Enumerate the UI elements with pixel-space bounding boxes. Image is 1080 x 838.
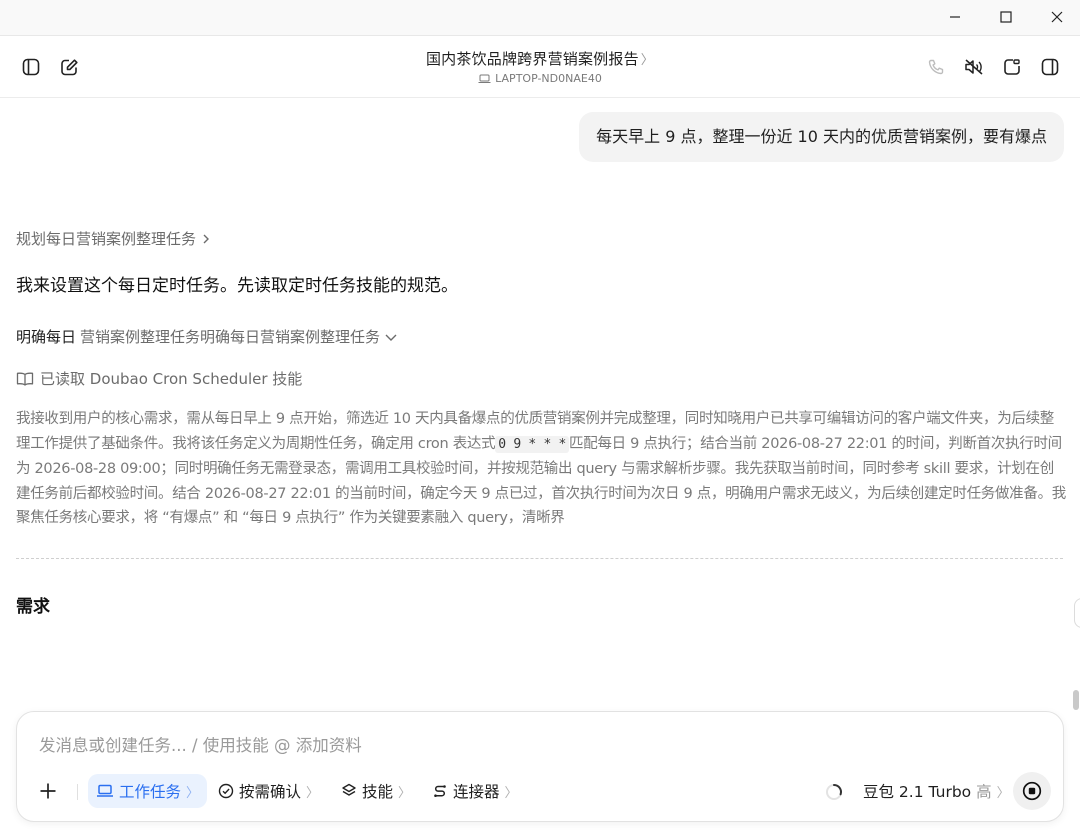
step-title-toggle[interactable]: 规划每日营销案例整理任务 (16, 228, 212, 249)
chat-header: 国内茶饮品牌跨界营销案例报告〉 LAPTOP-ND0NAE40 (0, 36, 1080, 98)
plan-step-highlight: 明确每日 (16, 328, 77, 346)
message-input[interactable]: 发消息或创建任务... / 使用技能 @ 添加资料 (39, 732, 362, 756)
connector-icon (434, 785, 446, 797)
plan-step-toggle[interactable]: 明确每日 营销案例整理任务明确每日营销案例整理任务 (16, 326, 398, 347)
plan-step-text: 营销案例整理任务明确每日营销案例整理任务 (80, 328, 381, 346)
cron-expression: 0 9 * * * (495, 435, 570, 453)
plus-icon (40, 783, 56, 799)
section-divider (16, 558, 1063, 559)
work-task-chip[interactable]: 工作任务 〉 (88, 774, 208, 808)
page-title[interactable]: 国内茶饮品牌跨界营销案例报告〉 (0, 48, 1080, 69)
reasoning-text: 我接收到用户的核心需求，需从每日早上 9 点开始，筛选近 10 天内具备爆点的优… (16, 407, 1066, 531)
panel-icon[interactable] (1036, 53, 1064, 81)
assistant-message: 我来设置这个每日定时任务。先读取定时任务技能的规范。 (16, 276, 458, 296)
chevron-right-icon: 〉 (398, 785, 412, 801)
layers-icon (342, 783, 356, 796)
laptop-icon (97, 784, 113, 797)
page-title-text: 国内茶饮品牌跨界营销案例报告 (425, 50, 639, 68)
chevron-right-icon: 〉 (640, 53, 654, 68)
skill-read-text: 已读取 Doubao Cron Scheduler 技能 (40, 370, 303, 388)
chevron-right-icon: 〉 (186, 785, 200, 801)
book-icon (16, 372, 34, 386)
toolbar-divider (77, 784, 78, 800)
message-composer: 发消息或创建任务... / 使用技能 @ 添加资料 工作任务 〉 按需确认 〉 … (16, 711, 1064, 822)
confirm-mode-chip[interactable]: 按需确认 〉 (210, 774, 327, 808)
close-icon[interactable] (1034, 0, 1080, 34)
skills-label: 技能 (362, 783, 394, 801)
laptop-small-icon (478, 74, 491, 83)
check-shield-icon (218, 783, 234, 799)
chevron-right-icon: 〉 (996, 785, 1010, 801)
chevron-right-icon: 〉 (306, 785, 320, 801)
device-label: LAPTOP-ND0NAE40 (0, 72, 1080, 85)
section-heading: 需求 (16, 597, 50, 617)
skills-chip[interactable]: 技能 〉 (333, 774, 419, 808)
model-name: 豆包 2.1 Turbo (863, 783, 972, 801)
confirm-mode-label: 按需确认 (239, 783, 302, 801)
model-level: 高 (976, 783, 992, 801)
skill-read-status: 已读取 Doubao Cron Scheduler 技能 (16, 368, 302, 389)
chevron-down-icon (385, 334, 397, 341)
scrollbar-thumb[interactable] (1073, 690, 1079, 710)
device-name: LAPTOP-ND0NAE40 (495, 72, 602, 85)
chevron-right-icon: 〉 (504, 785, 518, 801)
stop-generation-button[interactable] (1013, 772, 1051, 810)
connectors-label: 连接器 (453, 783, 500, 801)
stop-icon (1022, 781, 1042, 801)
phone-icon[interactable] (922, 53, 950, 81)
scroll-to-bottom-button[interactable] (1074, 598, 1080, 628)
window-titlebar (0, 0, 1080, 36)
chevron-right-icon (203, 234, 210, 243)
work-task-label: 工作任务 (119, 783, 182, 801)
minimize-icon[interactable] (932, 0, 978, 34)
model-selector[interactable]: 豆包 2.1 Turbo 高 〉 (855, 774, 1018, 808)
user-message-bubble: 每天早上 9 点，整理一份近 10 天内的优质营销案例，要有爆点 (579, 112, 1064, 162)
new-window-icon[interactable] (998, 53, 1026, 81)
mute-icon[interactable] (960, 53, 988, 81)
add-attachment-button[interactable] (35, 778, 61, 804)
maximize-icon[interactable] (983, 0, 1029, 34)
step-title-text: 规划每日营销案例整理任务 (16, 230, 197, 248)
connectors-chip[interactable]: 连接器 〉 (424, 774, 526, 808)
loading-spinner-icon (826, 784, 842, 800)
